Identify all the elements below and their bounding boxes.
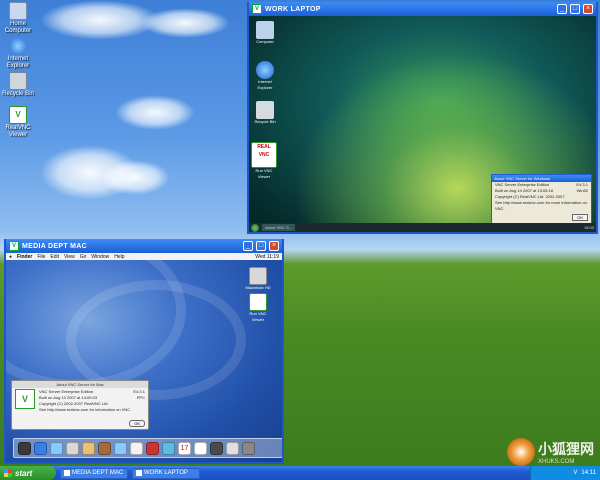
work-laptop-titlebar[interactable]: V WORK LAPTOP _ □ × [249,2,596,16]
taskbar-clock: 14:11 [581,470,596,476]
dock-app-icon[interactable] [34,441,47,455]
ie-icon [9,37,27,55]
dock-app-icon[interactable] [210,441,223,455]
taskbar-item-work-laptop[interactable]: WORK LAPTOP [132,467,200,479]
ok-button[interactable]: OK [572,214,588,221]
dock-app-icon[interactable] [82,441,95,455]
mac-window[interactable]: V MEDIA DEPT MAC _ □ × ● Finder File Edi… [4,239,284,464]
start-button[interactable]: start [0,466,56,480]
computer-icon [256,21,274,39]
fox-logo-icon [507,438,535,466]
window-title: MEDIA DEPT MAC [22,242,87,250]
dock-app-icon[interactable] [242,441,255,455]
dock-app-icon[interactable] [146,441,159,455]
mac-wallpaper [6,253,282,462]
taskbar-item-media-dept-mac[interactable]: MEDIA DEPT MAC [60,467,128,479]
minimize-button[interactable]: _ [557,4,567,14]
mac-icon-run-vnc-viewer[interactable]: Run VNC Viewer [244,293,272,323]
cloud [100,160,170,195]
vnc-icon [136,470,142,476]
dock-app-icon[interactable] [162,441,175,455]
about-vnc-dialog-mac[interactable]: About VNC Server for Mac V VNC Server En… [11,380,149,430]
dock-app-icon[interactable] [18,441,31,455]
vnc-icon: V [252,4,262,14]
realvnc-logo-icon: REAL VNC [251,142,277,168]
work-laptop-window[interactable]: V WORK LAPTOP _ □ × Computer Internet Ex… [247,2,598,234]
close-button[interactable]: × [583,4,593,14]
cloud [140,8,230,38]
work-laptop-screen[interactable]: Computer Internet Explorer Recycle Bin R… [249,16,596,232]
recycle-bin-icon [256,101,274,119]
dock-app-icon[interactable] [66,441,79,455]
remote-taskbar: About VNC S... 18:03 [249,223,596,232]
mac-titlebar[interactable]: V MEDIA DEPT MAC _ □ × [6,239,282,253]
desktop-icon-realvnc-viewer[interactable]: V RealVNC Viewer [0,106,36,139]
window-title: WORK LAPTOP [265,5,321,13]
about-vnc-dialog-windows[interactable]: About VNC Server for Windows VNC Server … [491,174,592,224]
minimize-button[interactable]: _ [243,241,253,251]
remote-taskbar-item[interactable]: About VNC S... [262,224,296,231]
vnc-icon [64,470,70,476]
ie-icon [256,61,274,79]
computer-icon [9,2,27,20]
cloud [115,95,195,130]
start-orb-icon[interactable] [251,223,259,232]
mac-clock: Wed 11:19 [255,253,279,260]
vnc-viewer-icon: V [9,106,27,124]
remote-icon-internet-explorer[interactable]: Internet Explorer [251,61,279,91]
windows-logo-icon [4,469,12,477]
dock-app-icon[interactable]: 17 [178,441,191,455]
watermark: 小狐狸网 XHUKS.COM [507,438,594,466]
desktop-icon-home-computer[interactable]: Home Computer [0,2,36,35]
hard-drive-icon [249,267,267,285]
mac-dock: 17 [13,438,282,458]
ok-button[interactable]: OK [129,420,145,427]
maximize-button[interactable]: □ [256,241,266,251]
desktop-icon-recycle-bin[interactable]: Recycle Bin [0,72,36,98]
dock-app-icon[interactable] [130,441,143,455]
close-button[interactable]: × [269,241,279,251]
vnc-icon: V [9,241,19,251]
vnc-viewer-icon [249,293,267,311]
dock-app-icon[interactable] [50,441,63,455]
vnc-logo-icon: V [15,389,35,409]
dock-app-icon[interactable] [226,441,239,455]
vnc-tray-icon[interactable]: V [573,470,577,476]
remote-icon-computer[interactable]: Computer [251,21,279,45]
mac-icon-hd[interactable]: Macintosh HD [244,267,272,291]
dock-app-icon[interactable] [98,441,111,455]
mac-screen[interactable]: ● Finder File Edit View Go Window Help W… [6,253,282,462]
dock-app-icon[interactable] [114,441,127,455]
remote-icon-run-vnc-viewer[interactable]: REAL VNC Run VNC Viewer [249,142,279,180]
remote-clock: 18:03 [583,225,594,230]
remote-icon-recycle-bin[interactable]: Recycle Bin [251,101,279,125]
recycle-bin-icon [9,72,27,90]
taskbar: start MEDIA DEPT MAC WORK LAPTOP V 14:11 [0,466,600,480]
dock-app-icon[interactable] [194,441,207,455]
maximize-button[interactable]: □ [570,4,580,14]
desktop-icon-internet-explorer[interactable]: Internet Explorer [0,37,36,70]
system-tray: V 14:11 [530,466,600,480]
